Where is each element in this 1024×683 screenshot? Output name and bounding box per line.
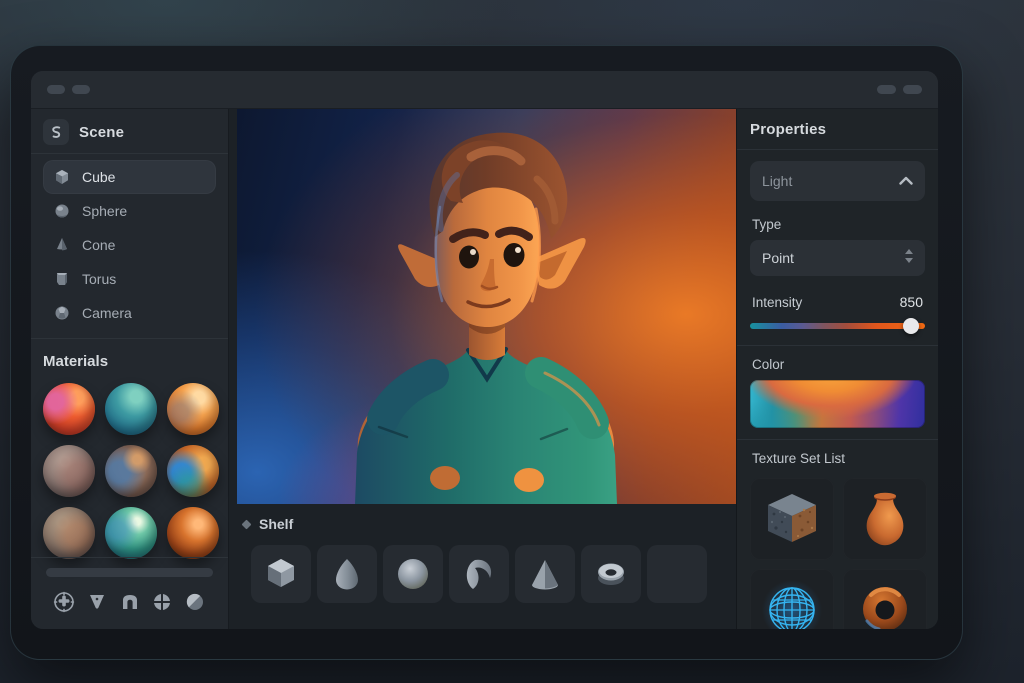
desktop-background: Scene Cube [0, 0, 1024, 683]
window-pill-button[interactable] [72, 85, 90, 94]
shaded-sphere-icon[interactable] [182, 589, 208, 615]
scene-title: Scene [79, 124, 124, 141]
divider [31, 557, 228, 558]
window-pill-button[interactable] [47, 85, 65, 94]
scene-item-sphere[interactable]: Sphere [43, 194, 216, 228]
texture-set-title: Texture Set List [752, 451, 923, 466]
material-swatch-blue-copper[interactable] [167, 445, 219, 497]
slider-handle[interactable] [903, 318, 919, 334]
scene-item-torus[interactable]: Torus [43, 262, 216, 296]
divider [737, 345, 938, 346]
cursor-triangle-icon[interactable] [84, 589, 110, 615]
color-label: Color [752, 357, 923, 372]
app-body: Scene Cube [31, 109, 938, 629]
scene-item-camera[interactable]: Camera [43, 296, 216, 330]
scene-item-label: Cube [82, 169, 115, 185]
type-select[interactable]: Point [750, 240, 925, 276]
shelf-item-crescent[interactable] [449, 545, 509, 603]
character-render [237, 109, 736, 504]
window-pill-button[interactable] [903, 85, 922, 94]
target-icon[interactable] [51, 589, 77, 615]
light-group-dropdown[interactable]: Light [750, 161, 925, 201]
scene-item-label: Sphere [82, 203, 127, 219]
scene-item-label: Cone [82, 237, 115, 253]
app-logo-icon [43, 119, 69, 145]
scene-item-label: Torus [82, 271, 116, 287]
intensity-row: Intensity 850 [752, 294, 923, 310]
divider [31, 338, 228, 339]
scene-header: Scene [43, 117, 216, 147]
material-swatch-stone-blue[interactable] [105, 445, 157, 497]
torus-icon [53, 270, 71, 288]
material-swatch-orange[interactable] [167, 383, 219, 435]
viewport-3d[interactable] [237, 109, 736, 504]
scene-item-cone[interactable]: Cone [43, 228, 216, 262]
window-pill-button[interactable] [877, 85, 896, 94]
scene-list: Cube Sphere Cone [43, 154, 216, 330]
shelf-item-empty[interactable] [647, 545, 707, 603]
texture-tile-clay-vase[interactable] [843, 478, 927, 560]
type-label: Type [752, 217, 923, 232]
material-swatch-stone-mauve[interactable] [43, 445, 95, 497]
color-swatch[interactable] [750, 380, 925, 428]
texture-tile-wireframe-sphere[interactable] [750, 569, 834, 629]
shelf-header: Shelf [243, 516, 293, 532]
properties-panel: Properties Light Type Point [736, 109, 938, 629]
shelf-item-sphere[interactable] [383, 545, 443, 603]
sidebar-footer [31, 557, 228, 629]
material-swatch-teal-shiny[interactable] [105, 507, 157, 559]
materials-title: Materials [43, 353, 216, 370]
device-frame: Scene Cube [10, 45, 963, 660]
arch-icon[interactable] [117, 589, 143, 615]
material-swatch-teal[interactable] [105, 383, 157, 435]
sidebar-toolbar [43, 589, 216, 623]
app-window: Scene Cube [31, 71, 938, 629]
shelf-title: Shelf [259, 516, 293, 532]
texture-set-grid [750, 478, 925, 629]
shelf-item-cube[interactable] [251, 545, 311, 603]
stepper-arrows-icon[interactable] [903, 247, 915, 270]
material-swatch-red-magenta[interactable] [43, 383, 95, 435]
title-bar [31, 71, 938, 109]
properties-title: Properties [750, 121, 925, 138]
intensity-slider[interactable] [750, 318, 925, 334]
chevron-up-icon [899, 172, 913, 190]
scene-item-label: Camera [82, 305, 132, 321]
intensity-value: 850 [900, 294, 923, 310]
divider [737, 149, 938, 150]
texture-tile-granite-cube[interactable] [750, 478, 834, 560]
scene-item-cube[interactable]: Cube [43, 160, 216, 194]
shelf-row [251, 545, 707, 603]
material-swatch-stone-warm[interactable] [43, 507, 95, 559]
shelf-diamond-icon [242, 519, 252, 529]
wire-sphere-icon[interactable] [149, 589, 175, 615]
sphere-icon [53, 202, 71, 220]
materials-grid [43, 383, 216, 559]
cone-icon [53, 236, 71, 254]
viewport-area: Shelf [229, 109, 736, 629]
slider-track[interactable] [750, 323, 925, 329]
type-value: Point [762, 250, 794, 266]
scrollbar-handle[interactable] [46, 568, 213, 577]
intensity-label: Intensity [752, 295, 802, 310]
cube-icon [53, 168, 71, 186]
shelf-item-egg[interactable] [317, 545, 377, 603]
camera-icon [53, 304, 71, 322]
shelf-item-cone[interactable] [515, 545, 575, 603]
shelf-item-torus[interactable] [581, 545, 641, 603]
light-group-label: Light [762, 173, 792, 189]
divider [737, 439, 938, 440]
material-swatch-copper[interactable] [167, 507, 219, 559]
texture-tile-copper-torus[interactable] [843, 569, 927, 629]
scene-sidebar: Scene Cube [31, 109, 229, 629]
